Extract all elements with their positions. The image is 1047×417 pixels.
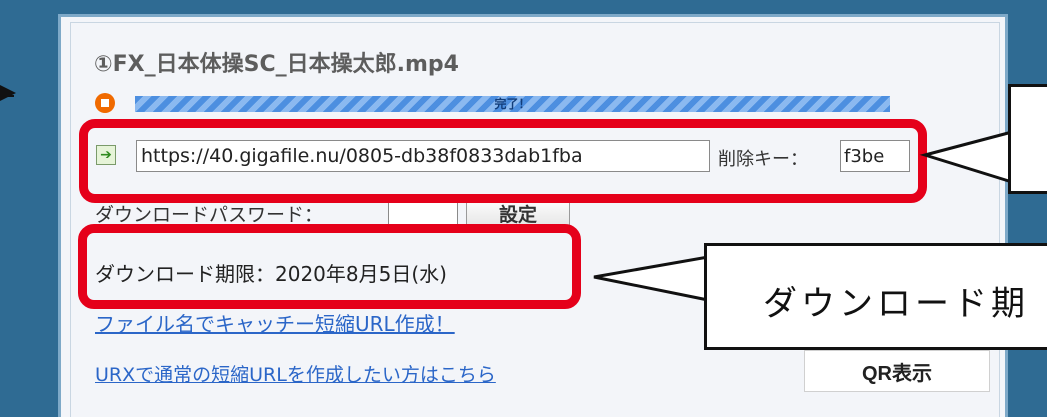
url-callout: ダ <box>1008 84 1047 194</box>
expiry-callout: ダウンロード期 <box>704 243 1047 350</box>
callout-tails <box>593 130 1014 302</box>
expiry-callout-text: ダウンロード期 <box>763 284 1029 324</box>
